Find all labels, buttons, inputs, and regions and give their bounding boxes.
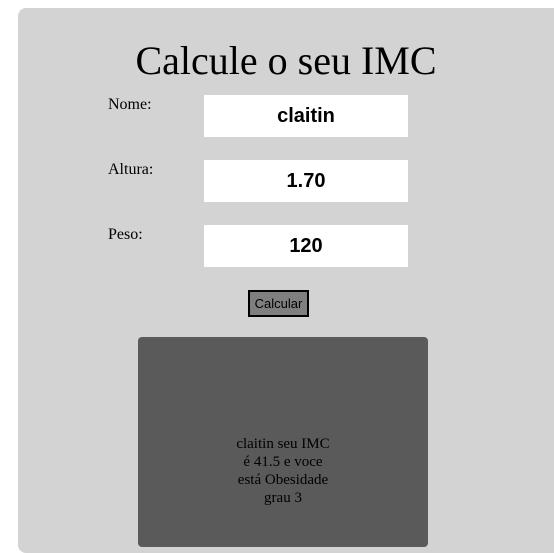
calcular-button[interactable]: Calcular (248, 290, 309, 317)
peso-label: Peso: (108, 226, 143, 243)
nome-label: Nome: (108, 96, 152, 113)
altura-label: Altura: (108, 161, 154, 178)
peso-input[interactable] (204, 225, 408, 267)
result-panel: claitin seu IMC é 41.5 e voce está Obesi… (138, 337, 428, 547)
nome-input[interactable] (204, 95, 408, 137)
result-text: claitin seu IMC é 41.5 e voce está Obesi… (236, 436, 330, 506)
imc-card: Calcule o seu IMC Nome: Altura: Peso: Ca… (18, 8, 554, 553)
altura-input[interactable] (204, 160, 408, 202)
page-title: Calcule o seu IMC (135, 38, 437, 83)
